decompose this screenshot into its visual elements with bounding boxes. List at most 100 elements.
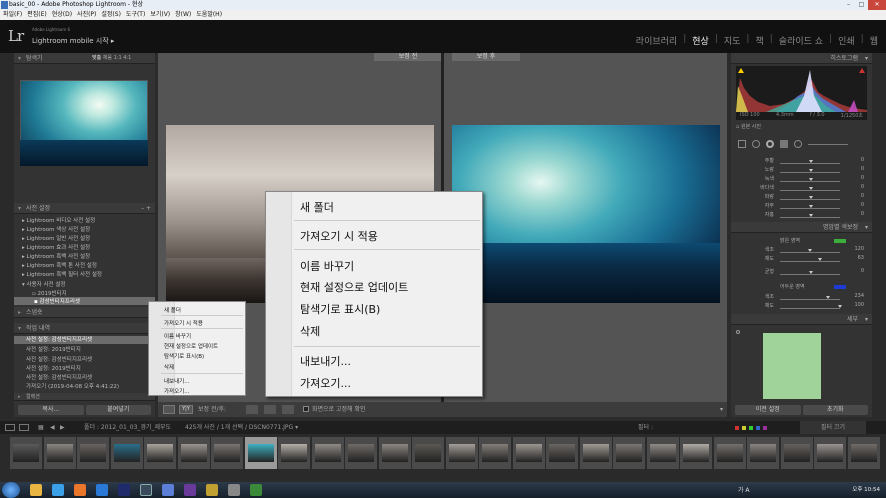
- explorer-taskbar-icon[interactable]: [30, 484, 42, 496]
- original-photo-toggle[interactable]: ▫ 원본 사진: [736, 123, 761, 130]
- menu-update-settings[interactable]: 현재 설정으로 업데이트: [300, 279, 408, 295]
- before-after-icon[interactable]: Y|Y: [179, 405, 193, 414]
- filmstrip-thumbnail[interactable]: [110, 437, 143, 469]
- hsl-orange-value[interactable]: 0: [844, 157, 864, 163]
- menu-new-folder[interactable]: 새 폴더: [300, 199, 334, 215]
- slider-knob[interactable]: [808, 249, 812, 252]
- menu-settings[interactable]: 설정(S): [101, 10, 121, 20]
- slider-knob[interactable]: [838, 305, 842, 308]
- menu-rename[interactable]: 이름 바꾸기: [164, 332, 191, 340]
- module-map[interactable]: 지도: [724, 34, 741, 47]
- menu-tools[interactable]: 도구(T): [126, 10, 145, 20]
- zoom-4to1[interactable]: 4:1: [123, 55, 131, 61]
- soft-proof-checkbox[interactable]: [303, 406, 309, 412]
- slider-knob[interactable]: [809, 214, 813, 217]
- filmstrip-thumbnail[interactable]: [847, 437, 880, 469]
- app-taskbar-icon[interactable]: [250, 484, 262, 496]
- menu-window[interactable]: 창(W): [175, 10, 191, 20]
- menu-delete[interactable]: 삭제: [164, 363, 174, 371]
- menu-import[interactable]: 가져오기...: [300, 375, 351, 391]
- filmstrip-thumbnail[interactable]: [579, 437, 612, 469]
- chrome-taskbar-icon[interactable]: [52, 484, 64, 496]
- filmstrip-thumbnail[interactable]: [814, 437, 846, 469]
- slider-knob[interactable]: [809, 196, 813, 199]
- red-eye-icon[interactable]: [766, 140, 774, 148]
- adjustment-brush-slider[interactable]: [808, 143, 848, 145]
- menu-update-settings[interactable]: 현재 설정으로 업데이트: [164, 342, 218, 350]
- maximize-button[interactable]: □: [855, 0, 868, 10]
- copy-button[interactable]: 복사...: [18, 405, 84, 415]
- history-item[interactable]: 가져오기 (2019-04-08 오후 4:41:22): [14, 383, 155, 391]
- module-book[interactable]: 책: [755, 34, 763, 47]
- slider-knob[interactable]: [809, 169, 813, 172]
- detail-target-icon[interactable]: [736, 330, 740, 334]
- app-taskbar-icon[interactable]: [206, 484, 218, 496]
- histogram-header[interactable]: 히스토그램 ▾: [731, 53, 872, 64]
- preset-folder[interactable]: ▸ Lightroom 색상 사전 설정: [22, 225, 90, 233]
- ime-indicator[interactable]: 가 A: [738, 485, 750, 494]
- menu-file[interactable]: 파일(F): [3, 10, 22, 20]
- filmstrip-thumbnail[interactable]: [479, 437, 511, 469]
- balance-value[interactable]: 0: [844, 268, 864, 274]
- filmstrip-thumbnail[interactable]: [378, 437, 411, 469]
- minimize-button[interactable]: –: [842, 0, 855, 10]
- mobile-start-link[interactable]: Lightroom mobile 시작 ▸: [32, 36, 114, 46]
- hsl-purple-value[interactable]: 0: [844, 202, 864, 208]
- module-slideshow[interactable]: 슬라이드 쇼: [779, 34, 823, 47]
- zoom-fill[interactable]: 채움: [103, 55, 112, 61]
- filmstrip-thumbnail[interactable]: [646, 437, 679, 469]
- menu-apply-on-import[interactable]: 가져오기 시 적용: [164, 319, 203, 327]
- shadows-sat-value[interactable]: 100: [844, 302, 864, 308]
- preset-folder[interactable]: ▸ Lightroom 효과 사전 설정: [22, 243, 90, 251]
- filmstrip-thumbnail[interactable]: [412, 437, 444, 469]
- menu-apply-on-import[interactable]: 가져오기 시 적용: [300, 228, 378, 244]
- left-panel-edge[interactable]: [0, 53, 14, 417]
- color-label-filters[interactable]: [735, 423, 785, 432]
- menu-develop[interactable]: 현상(D): [52, 10, 72, 20]
- main-window-icon[interactable]: [5, 424, 15, 431]
- module-develop[interactable]: 현상: [692, 34, 709, 47]
- history-header[interactable]: ▾ 작업 내역: [14, 323, 155, 334]
- lightroom-taskbar-icon[interactable]: [140, 484, 152, 496]
- filmstrip-thumbnail[interactable]: [278, 437, 310, 469]
- filmstrip-thumbnail[interactable]: [345, 437, 377, 469]
- module-library[interactable]: 라이브러리: [636, 34, 677, 47]
- preset-item-selected[interactable]: ▪ 감성빈티지프리셋: [14, 297, 155, 305]
- spot-removal-icon[interactable]: [752, 140, 760, 148]
- history-item[interactable]: 사전 설정: 2019빈티지: [14, 346, 155, 354]
- filmstrip-thumbnail[interactable]: [77, 437, 109, 469]
- graduated-filter-icon[interactable]: [780, 140, 788, 148]
- slider-knob[interactable]: [826, 296, 830, 299]
- zoom-fit[interactable]: 맞춤: [92, 55, 101, 61]
- histogram[interactable]: [736, 66, 867, 112]
- swap-settings-icon[interactable]: [282, 405, 294, 414]
- menu-export[interactable]: 내보내기...: [300, 353, 351, 369]
- shadow-clipping-icon[interactable]: [738, 68, 744, 73]
- filmstrip-thumbnail[interactable]: [512, 437, 545, 469]
- slider-knob[interactable]: [809, 160, 813, 163]
- history-item[interactable]: 사전 설정: 2019빈티지: [14, 365, 155, 373]
- back-arrow-icon[interactable]: ◀: [50, 421, 55, 434]
- swap-before-after-icon[interactable]: [246, 405, 258, 414]
- presets-header[interactable]: ▾ 사전 설정 – +: [14, 203, 155, 214]
- snapshots-header[interactable]: ▸ 스냅숏: [14, 307, 155, 318]
- second-window-icon[interactable]: [19, 424, 29, 431]
- hsl-aqua-value[interactable]: 0: [844, 184, 864, 190]
- highlights-hue-value[interactable]: 120: [844, 246, 864, 252]
- split-toning-header[interactable]: 명암별 색보정 ▾: [731, 222, 872, 233]
- taskbar-clock[interactable]: 오후 10:54: [852, 485, 880, 493]
- filmstrip-thumbnail[interactable]: [43, 437, 76, 469]
- highlight-clipping-icon[interactable]: [859, 68, 865, 73]
- menu-show-in-explorer[interactable]: 탐색기로 표시(B): [300, 301, 380, 317]
- highlights-sat-value[interactable]: 63: [844, 255, 864, 261]
- menu-help[interactable]: 도움말(H): [196, 10, 222, 20]
- filter-off-dropdown[interactable]: 필터 끄기: [800, 421, 866, 434]
- filmstrip-thumbnail[interactable]: [10, 437, 42, 469]
- hsl-green-value[interactable]: 0: [844, 175, 864, 181]
- menu-photo[interactable]: 사진(P): [77, 10, 96, 20]
- navigator-header[interactable]: ▾ 탐색기 맞춤 채움 1:1 4:1: [14, 53, 155, 64]
- preset-folder[interactable]: ▸ Lightroom 흑백 톤 사전 설정: [22, 261, 97, 269]
- folder-path[interactable]: 폴더 : 2012_01_03_경기_제부도: [84, 421, 171, 434]
- copy-after-to-before-icon[interactable]: [264, 405, 276, 414]
- filmstrip-thumbnail[interactable]: [546, 437, 578, 469]
